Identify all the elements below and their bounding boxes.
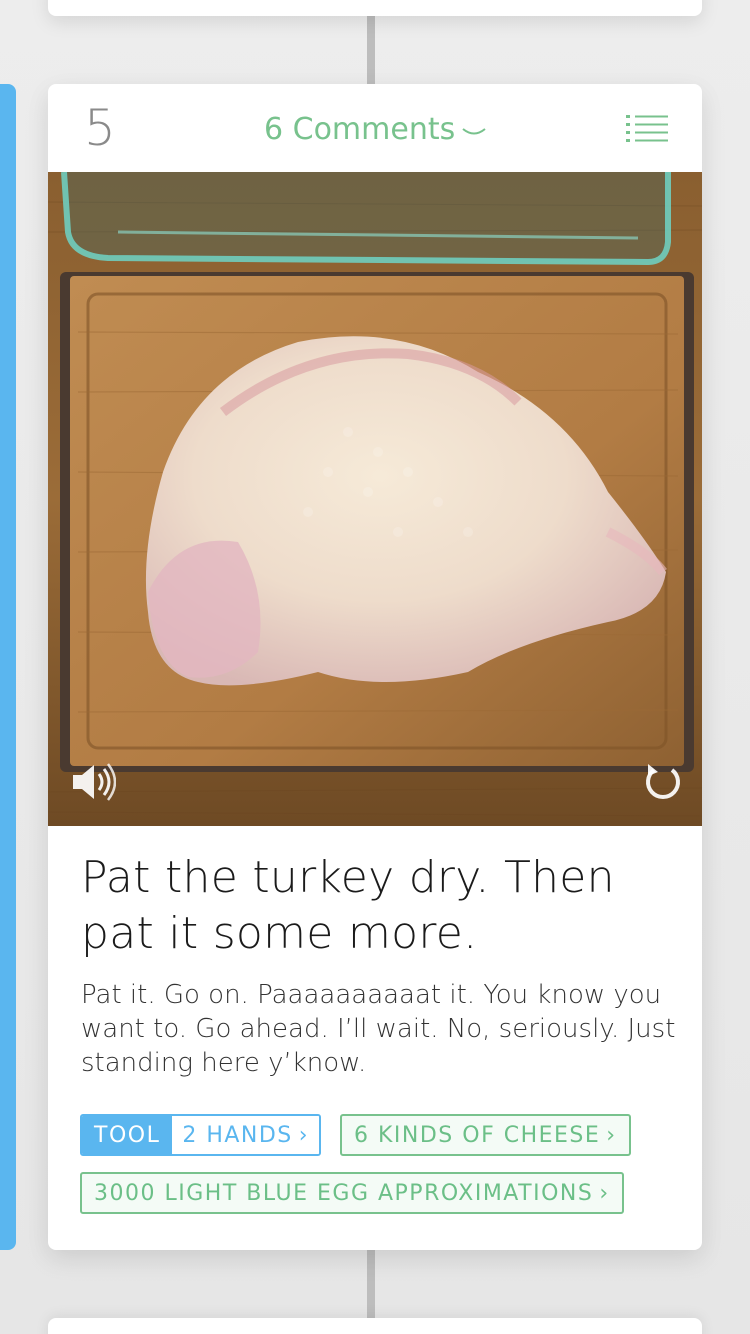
tool-value: 2 HANDS › xyxy=(172,1116,320,1154)
speaker-icon[interactable] xyxy=(70,760,116,804)
ingredient-label: 6 KINDS OF CHEESE xyxy=(354,1122,601,1148)
card-header: 5 6 Comments xyxy=(48,84,702,172)
recipe-steps-screen: 5 6 Comments Pat the turkey dry. Then pa… xyxy=(0,0,750,1334)
step-card: 5 6 Comments Pat the turkey dry. Then pa… xyxy=(48,84,702,1250)
comments-toggle[interactable]: 6 Comments xyxy=(264,110,487,150)
comments-label: 6 Comments xyxy=(264,112,456,147)
ingredient-tag-eggs[interactable]: 3000 LIGHT BLUE EGG APPROXIMATIONS › xyxy=(80,1172,624,1214)
step-title: Pat the turkey dry. Then pat it some mor… xyxy=(81,852,615,959)
step-video[interactable] xyxy=(48,172,702,826)
chevron-right-icon: › xyxy=(599,1180,610,1206)
next-step-card[interactable] xyxy=(48,1318,702,1334)
tool-label: TOOL xyxy=(82,1116,173,1154)
step-description: Pat it. Go on. Paaaaaaaaaat it. You know… xyxy=(81,980,676,1078)
side-accent-bar xyxy=(0,84,16,1250)
turkey-photo xyxy=(48,172,702,826)
ingredient-tag-cheese[interactable]: 6 KINDS OF CHEESE › xyxy=(340,1114,631,1156)
replay-icon[interactable] xyxy=(642,760,682,804)
chevron-right-icon: › xyxy=(298,1122,310,1148)
tool-value-text: 2 HANDS xyxy=(182,1122,293,1148)
previous-step-card[interactable] xyxy=(48,0,702,16)
step-number: 5 xyxy=(84,99,116,157)
chevron-down-icon xyxy=(462,128,486,135)
tool-tag[interactable]: TOOL 2 HANDS › xyxy=(80,1114,322,1156)
list-icon[interactable] xyxy=(626,114,668,142)
ingredient-label: 3000 LIGHT BLUE EGG APPROXIMATIONS xyxy=(94,1180,594,1206)
chevron-right-icon: › xyxy=(606,1122,617,1148)
